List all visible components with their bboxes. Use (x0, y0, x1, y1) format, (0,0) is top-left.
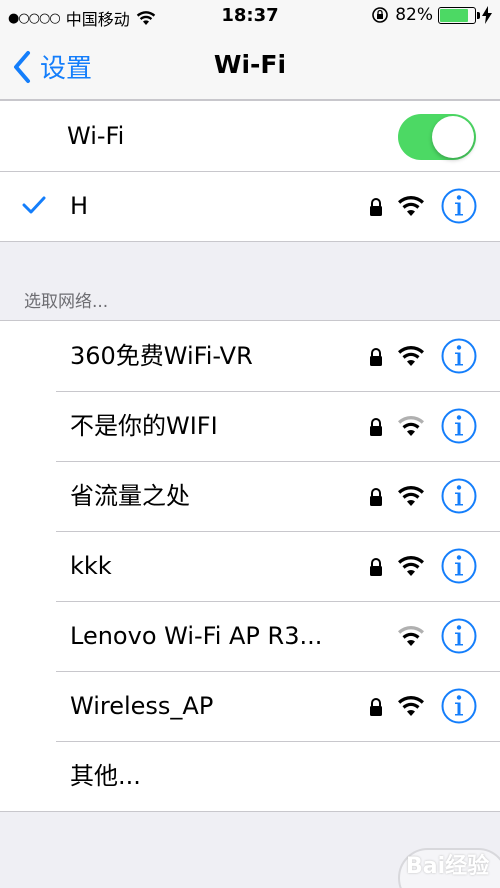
wifi-toggle-label: Wi-Fi (67, 122, 125, 150)
battery-level (440, 8, 468, 22)
wifi-settings-group: Wi-Fi H (0, 100, 500, 242)
watermark-text: Bai经验 (406, 854, 490, 879)
network-name: 省流量之处 (70, 482, 190, 510)
status-right: 82% (371, 5, 492, 25)
wifi-signal-icon (398, 345, 424, 366)
lock-icon (370, 488, 382, 506)
wifi-toggle-row: Wi-Fi (0, 101, 500, 171)
network-name: Wireless_AP (70, 692, 214, 720)
other-network-row[interactable]: 其他... (0, 741, 500, 811)
wifi-toggle-switch[interactable] (398, 114, 476, 160)
info-icon[interactable] (441, 338, 477, 374)
network-row[interactable]: kkk (0, 531, 500, 601)
info-icon[interactable] (441, 408, 477, 444)
checkmark-icon (22, 196, 46, 214)
battery-percent: 82% (395, 5, 433, 25)
other-network-label: 其他... (70, 762, 141, 790)
lock-icon (370, 698, 382, 716)
network-row[interactable]: Wireless_AP (0, 671, 500, 741)
network-row[interactable]: 不是你的WIFI (0, 391, 500, 461)
battery-icon (438, 6, 480, 24)
wifi-signal-icon (398, 195, 424, 216)
network-row[interactable]: 360免费WiFi-VR (0, 321, 500, 391)
network-row[interactable]: 省流量之处 (0, 461, 500, 531)
info-icon[interactable] (441, 478, 477, 514)
wifi-signal-icon (398, 485, 424, 506)
choose-network-header: 选取网络... (24, 292, 109, 312)
wifi-signal-icon (398, 625, 424, 646)
page-title: Wi-Fi (213, 50, 287, 79)
network-name: Lenovo Wi-Fi AP R3... (70, 622, 323, 650)
network-name: kkk (70, 552, 112, 580)
lock-icon (370, 418, 382, 436)
wifi-signal-icon (398, 695, 424, 716)
network-name: 不是你的WIFI (70, 412, 218, 440)
connected-network-name: H (70, 192, 89, 220)
info-icon[interactable] (441, 688, 477, 724)
watermark: Bai经验 (360, 830, 500, 888)
status-bar: ●○○○○ 中国移动 18:37 82% (0, 0, 500, 32)
navigation-bar: 设置 Wi-Fi (0, 32, 500, 100)
info-icon[interactable] (441, 618, 477, 654)
connected-network-row[interactable]: H (0, 171, 500, 241)
wifi-signal-icon (398, 555, 424, 576)
rotation-lock-icon (372, 7, 389, 23)
network-row[interactable]: Lenovo Wi-Fi AP R3... (0, 601, 500, 671)
info-icon[interactable] (441, 188, 477, 224)
lock-icon (370, 348, 382, 366)
lock-icon (370, 558, 382, 576)
lock-icon (370, 198, 382, 216)
networks-group: 360免费WiFi-VR 不是你的WIFI 省流量之处 kkk Lenovo Wi-Fi… (0, 320, 500, 812)
toggle-knob (432, 116, 474, 158)
wifi-signal-icon (398, 415, 424, 436)
info-icon[interactable] (441, 548, 477, 584)
charging-bolt-icon (482, 6, 492, 24)
network-name: 360免费WiFi-VR (70, 342, 253, 370)
